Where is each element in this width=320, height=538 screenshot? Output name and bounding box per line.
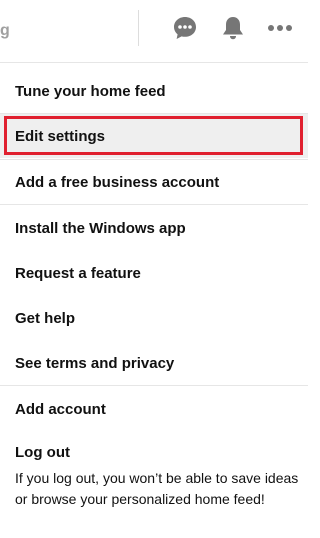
menu-item-label: See terms and privacy [15,354,175,372]
menu-item-log-out[interactable]: Log out [15,444,70,461]
more-options-button[interactable] [264,12,296,44]
messages-button[interactable] [169,12,201,44]
more-icon [268,25,292,31]
menu-item-label: Add account [15,400,106,418]
search-text-partial[interactable]: g [0,22,10,40]
menu-item-add-account[interactable]: Add account [0,387,308,431]
menu-divider [0,385,308,386]
menu-item-label: Edit settings [15,127,106,145]
menu-divider [0,204,308,205]
menu-item-get-help[interactable]: Get help [0,296,308,340]
menu-item-label: Tune your home feed [15,82,166,100]
menu-item-terms-privacy[interactable]: See terms and privacy [0,341,308,385]
menu-item-install-windows-app[interactable]: Install the Windows app [0,206,308,250]
chat-icon [174,17,196,39]
bell-icon [223,17,243,40]
menu-item-label: Get help [15,309,76,327]
menu-item-tune-home-feed[interactable]: Tune your home feed [0,69,308,113]
menu-item-label: Add a free business account [15,173,220,191]
notifications-button[interactable] [217,12,249,44]
menu-item-label: Request a feature [15,264,141,282]
menu-item-label: Install the Windows app [15,219,186,237]
topbar-divider [138,10,139,46]
menu-item-add-business-account[interactable]: Add a free business account [0,160,308,204]
log-out-description: If you log out, you won’t be able to sav… [15,470,299,507]
top-bar: g [0,0,308,62]
menu-item-request-feature[interactable]: Request a feature [0,251,308,295]
options-menu: Tune your home feed Edit settings Add a … [0,62,308,538]
menu-item-edit-settings[interactable]: Edit settings [0,114,308,158]
